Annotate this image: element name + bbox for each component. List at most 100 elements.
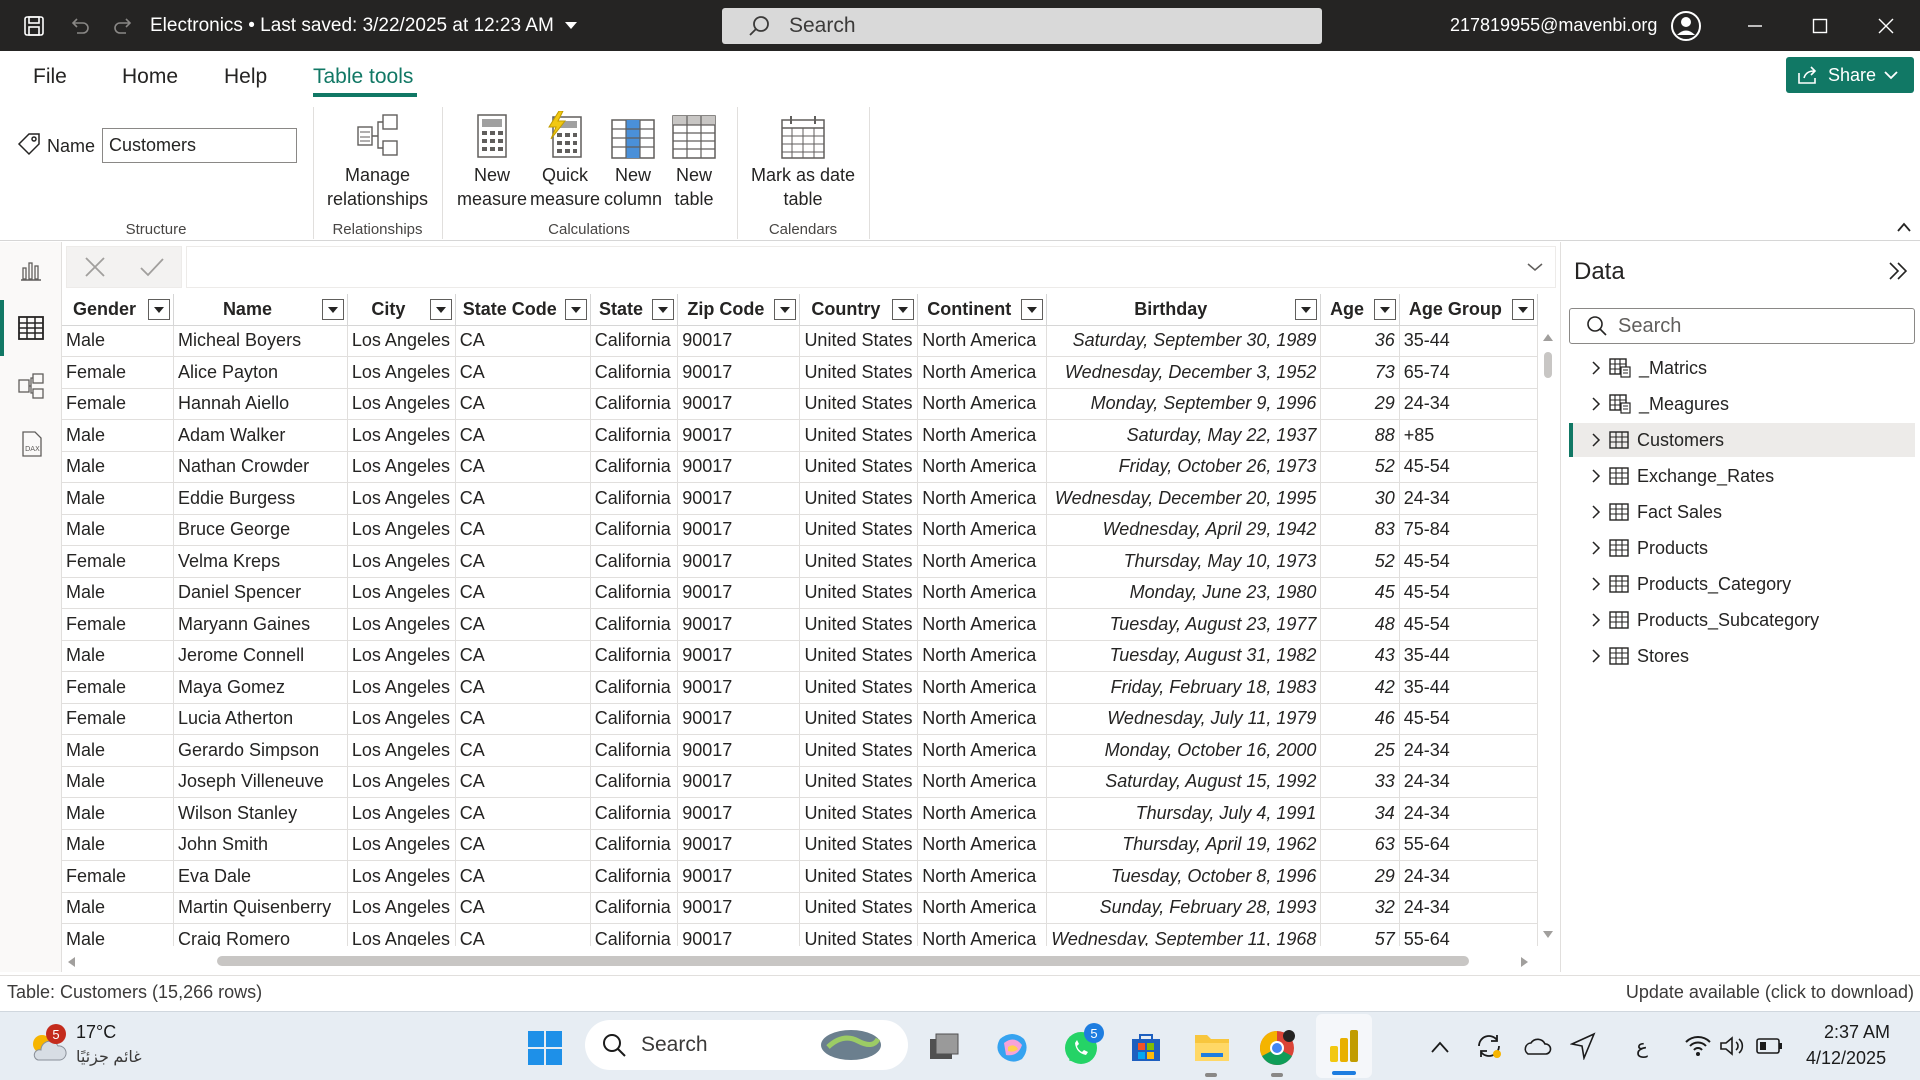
table-cell[interactable]: California bbox=[590, 923, 679, 946]
table-cell[interactable]: 90017 bbox=[677, 514, 801, 546]
new-measure-button[interactable]: New measure bbox=[455, 109, 529, 211]
table-cell[interactable]: Los Angeles bbox=[347, 640, 456, 672]
table-cell[interactable]: Los Angeles bbox=[347, 608, 456, 641]
table-row[interactable]: Male Martin Quisenberry Los Angeles CA Calif… bbox=[62, 892, 1538, 924]
table-cell[interactable]: Monday, June 23, 1980 bbox=[1046, 577, 1322, 609]
column-header[interactable]: Age Group bbox=[1399, 294, 1538, 326]
table-cell[interactable]: California bbox=[590, 608, 679, 641]
table-cell[interactable]: United States bbox=[799, 514, 919, 546]
table-cell[interactable]: Los Angeles bbox=[347, 325, 456, 357]
table-cell[interactable]: 24-34 bbox=[1399, 482, 1538, 515]
table-cell[interactable]: 32 bbox=[1320, 892, 1400, 924]
avatar-icon[interactable] bbox=[1670, 0, 1702, 51]
manage-relationships-button[interactable]: Manage relationships bbox=[320, 109, 435, 211]
table-cell[interactable]: Los Angeles bbox=[347, 703, 456, 735]
table-cell[interactable]: 46 bbox=[1320, 703, 1400, 735]
table-cell[interactable]: 24-34 bbox=[1399, 388, 1538, 420]
table-cell[interactable]: 43 bbox=[1320, 640, 1400, 672]
table-cell[interactable]: California bbox=[590, 703, 679, 735]
table-cell[interactable]: Los Angeles bbox=[347, 797, 456, 830]
table-cell[interactable]: Male bbox=[62, 766, 175, 798]
volume-button[interactable] bbox=[1719, 1034, 1747, 1063]
table-cell[interactable]: Los Angeles bbox=[347, 892, 456, 924]
table-cell[interactable]: California bbox=[590, 577, 679, 609]
table-cell[interactable]: North America bbox=[917, 451, 1048, 483]
table-cell[interactable]: Los Angeles bbox=[347, 451, 456, 483]
table-cell[interactable]: 45-54 bbox=[1399, 703, 1538, 735]
column-header[interactable]: State Code bbox=[455, 294, 591, 326]
redo-icon[interactable] bbox=[111, 0, 135, 51]
table-cell[interactable]: 83 bbox=[1320, 514, 1400, 546]
table-cell[interactable]: Los Angeles bbox=[347, 356, 456, 389]
table-cell[interactable]: +85 bbox=[1399, 419, 1538, 452]
table-cell[interactable]: 30 bbox=[1320, 482, 1400, 515]
column-header[interactable]: Zip Code bbox=[677, 294, 801, 326]
table-cell[interactable]: California bbox=[590, 829, 679, 861]
table-cell[interactable]: Los Angeles bbox=[347, 577, 456, 609]
table-cell[interactable]: North America bbox=[917, 703, 1048, 735]
table-cell[interactable]: North America bbox=[917, 577, 1048, 609]
table-cell[interactable]: 45-54 bbox=[1399, 451, 1538, 483]
filter-dropdown-icon[interactable] bbox=[148, 299, 171, 320]
table-cell[interactable]: 73 bbox=[1320, 356, 1400, 389]
table-cell[interactable]: Daniel Spencer bbox=[173, 577, 348, 609]
table-cell[interactable]: Los Angeles bbox=[347, 671, 456, 704]
table-cell[interactable]: 90017 bbox=[677, 419, 801, 452]
table-cell[interactable]: John Smith bbox=[173, 829, 348, 861]
table-cell[interactable]: California bbox=[590, 860, 679, 893]
undo-icon[interactable] bbox=[68, 0, 92, 51]
table-cell[interactable]: Friday, February 18, 1983 bbox=[1046, 671, 1322, 704]
table-cell[interactable]: CA bbox=[455, 892, 591, 924]
table-cell[interactable]: 90017 bbox=[677, 860, 801, 893]
table-cell[interactable]: California bbox=[590, 514, 679, 546]
table-cell[interactable]: Wednesday, December 3, 1952 bbox=[1046, 356, 1322, 389]
table-cell[interactable]: Male bbox=[62, 797, 175, 830]
table-cell[interactable]: United States bbox=[799, 766, 919, 798]
table-cell[interactable]: CA bbox=[455, 671, 591, 704]
table-cell[interactable]: North America bbox=[917, 797, 1048, 830]
table-cell[interactable]: 90017 bbox=[677, 577, 801, 609]
column-header[interactable]: Gender bbox=[62, 294, 175, 326]
data-pane-table-item[interactable]: Products_Subcategory bbox=[1569, 603, 1915, 637]
column-header[interactable]: State bbox=[590, 294, 679, 326]
table-cell[interactable]: Los Angeles bbox=[347, 388, 456, 420]
table-cell[interactable]: North America bbox=[917, 482, 1048, 515]
table-cell[interactable]: CA bbox=[455, 577, 591, 609]
table-cell[interactable]: 65-74 bbox=[1399, 356, 1538, 389]
commit-formula-icon[interactable] bbox=[139, 256, 165, 278]
table-cell[interactable]: Hannah Aiello bbox=[173, 388, 348, 420]
table-cell[interactable]: California bbox=[590, 766, 679, 798]
table-cell[interactable]: Nathan Crowder bbox=[173, 451, 348, 483]
filter-dropdown-icon[interactable] bbox=[1512, 299, 1534, 320]
tab-help[interactable]: Help bbox=[224, 65, 267, 89]
data-pane-table-item[interactable]: Products_Category bbox=[1569, 567, 1915, 601]
table-cell[interactable]: North America bbox=[917, 325, 1048, 357]
table-cell[interactable]: California bbox=[590, 419, 679, 452]
table-cell[interactable]: 90017 bbox=[677, 608, 801, 641]
table-cell[interactable]: Sunday, February 28, 1993 bbox=[1046, 892, 1322, 924]
table-cell[interactable]: North America bbox=[917, 608, 1048, 641]
table-cell[interactable]: Monday, September 9, 1996 bbox=[1046, 388, 1322, 420]
table-cell[interactable]: United States bbox=[799, 640, 919, 672]
filter-dropdown-icon[interactable] bbox=[1295, 299, 1318, 320]
table-cell[interactable]: 57 bbox=[1320, 923, 1400, 946]
table-row[interactable]: Male Bruce George Los Angeles CA California 9… bbox=[62, 514, 1538, 546]
cancel-formula-icon[interactable] bbox=[84, 256, 106, 278]
expand-chevron-icon[interactable] bbox=[1591, 504, 1601, 520]
table-cell[interactable]: 88 bbox=[1320, 419, 1400, 452]
table-cell[interactable]: Adam Walker bbox=[173, 419, 348, 452]
table-cell[interactable]: CA bbox=[455, 734, 591, 767]
table-cell[interactable]: 90017 bbox=[677, 356, 801, 389]
table-cell[interactable]: CA bbox=[455, 766, 591, 798]
table-cell[interactable]: CA bbox=[455, 860, 591, 893]
table-cell[interactable]: 90017 bbox=[677, 892, 801, 924]
table-cell[interactable]: California bbox=[590, 734, 679, 767]
table-cell[interactable]: North America bbox=[917, 734, 1048, 767]
table-row[interactable]: Male Craig Romero Los Angeles CA California 9… bbox=[62, 923, 1538, 946]
column-header[interactable]: City bbox=[347, 294, 456, 326]
table-cell[interactable]: California bbox=[590, 325, 679, 357]
maximize-button[interactable] bbox=[1790, 0, 1850, 51]
data-pane-table-item[interactable]: Products bbox=[1569, 531, 1915, 565]
clock-date[interactable]: 4/12/2025 bbox=[1806, 1048, 1886, 1069]
table-cell[interactable]: Monday, October 16, 2000 bbox=[1046, 734, 1322, 767]
